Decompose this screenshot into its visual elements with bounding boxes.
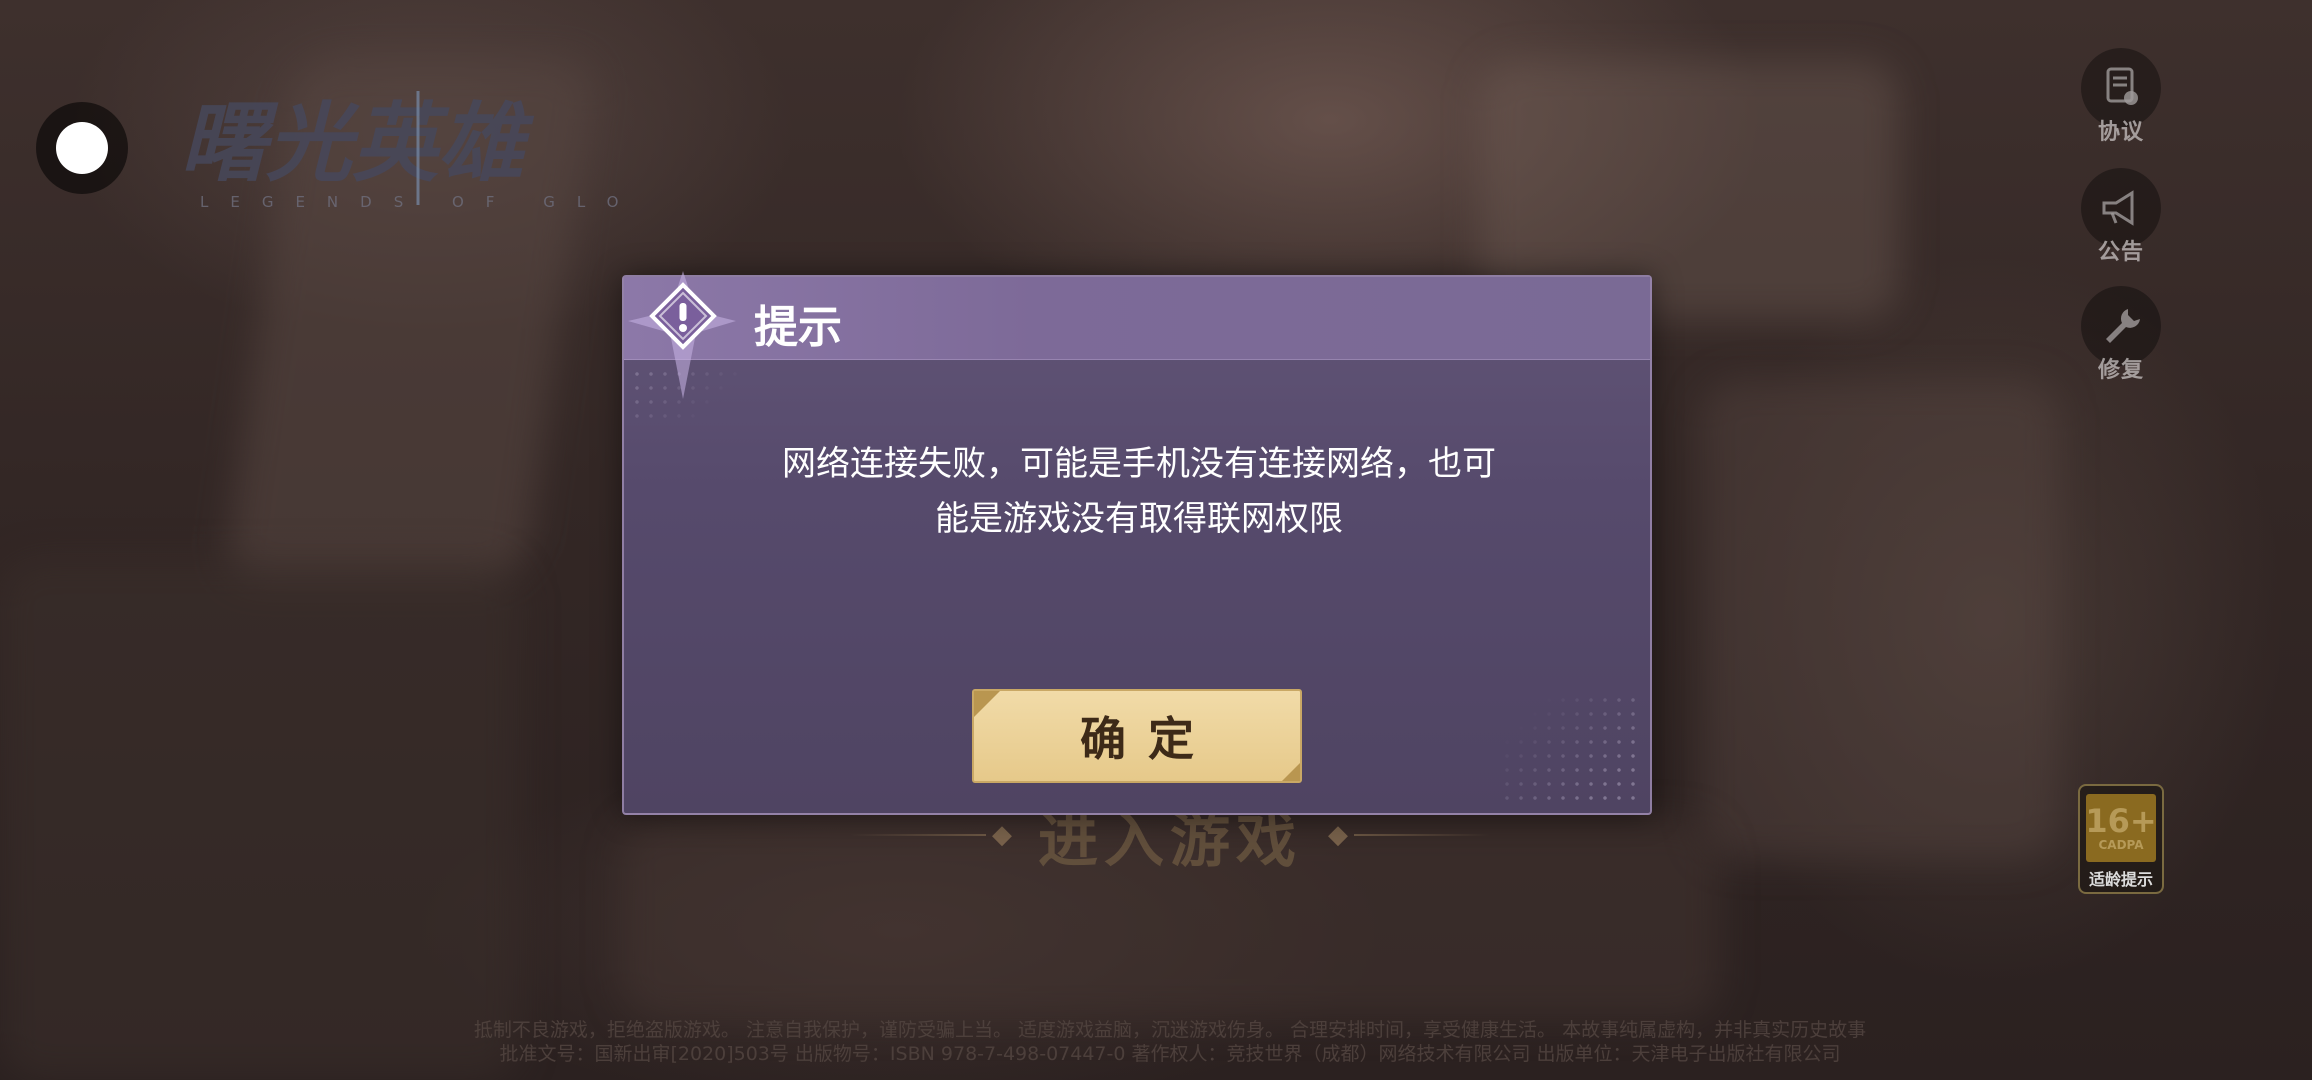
network-error-dialog: 提示 网络连接失败，可能是手机没有连接网络，也可 能是游戏没有取得联网权限 确定: [622, 271, 1652, 815]
legal-notice: 抵制不良游戏，拒绝盗版游戏。 注意自我保护，谨防受骗上当。 适度游戏益脑，沉迷游…: [330, 1018, 2010, 1066]
floating-assist-button[interactable]: [36, 102, 128, 194]
confirm-button[interactable]: 确定: [972, 689, 1302, 783]
age-rating-label: 适龄提示: [2088, 870, 2153, 889]
legal-line-1: 抵制不良游戏，拒绝盗版游戏。 注意自我保护，谨防受骗上当。 适度游戏益脑，沉迷游…: [473, 1019, 1867, 1041]
game-launch-screen: 曙光英雄 LEGENDS OF GLO 协议 公告 修复 16+ CADPA 适…: [0, 0, 2312, 1080]
divider: [850, 834, 986, 836]
divider: [1354, 834, 1490, 836]
background-blur-shape: [0, 560, 520, 1080]
dialog-emblem: [618, 271, 748, 401]
dialog-title: 提示: [754, 302, 842, 353]
background-blur-shape: [1700, 380, 2060, 860]
warning-icon: [628, 271, 736, 399]
button-corner-decoration: [1282, 763, 1300, 781]
age-rating-org: CADPA: [2098, 838, 2144, 852]
agreement-button[interactable]: 协议: [2078, 48, 2164, 148]
logo-text: 曙光英雄: [180, 94, 535, 194]
dialog-dot-pattern: [1500, 693, 1640, 803]
age-rating-badge[interactable]: 16+ CADPA 适龄提示: [2078, 784, 2164, 894]
announcement-button[interactable]: 公告: [2078, 168, 2164, 268]
game-logo-image: 曙光英雄 LEGENDS OF GLO: [180, 91, 640, 211]
logo-subtitle: LEGENDS OF GLO: [200, 193, 640, 211]
age-rating-panel: 16+ CADPA: [2085, 794, 2157, 862]
dialog-message: 网络连接失败，可能是手机没有连接网络，也可 能是游戏没有取得联网权限: [704, 437, 1574, 547]
ornament-icon: ◆: [1328, 820, 1348, 850]
repair-label: 修复: [2097, 358, 2144, 383]
megaphone-icon: [2102, 190, 2134, 226]
dialog-message-line-2: 能是游戏没有取得联网权限: [935, 499, 1343, 539]
wrench-icon: [2106, 309, 2140, 343]
floating-dot-icon: [56, 122, 108, 174]
button-corner-decoration: [974, 691, 1000, 717]
game-logo: 曙光英雄 LEGENDS OF GLO: [170, 85, 670, 215]
announcement-label: 公告: [2097, 240, 2144, 265]
ornament-icon: ◆: [992, 820, 1012, 850]
confirm-button-label: 确定: [1080, 712, 1216, 766]
agreement-label: 协议: [2097, 120, 2144, 145]
document-check-icon: [2106, 67, 2138, 105]
legal-line-2: 批准文号：国新出审[2020]503号 出版物号：ISBN 978-7-498-…: [499, 1043, 1841, 1065]
repair-button[interactable]: 修复: [2078, 286, 2164, 386]
dialog-message-line-1: 网络连接失败，可能是手机没有连接网络，也可: [782, 444, 1496, 484]
age-rating-number: 16+: [2085, 802, 2157, 840]
